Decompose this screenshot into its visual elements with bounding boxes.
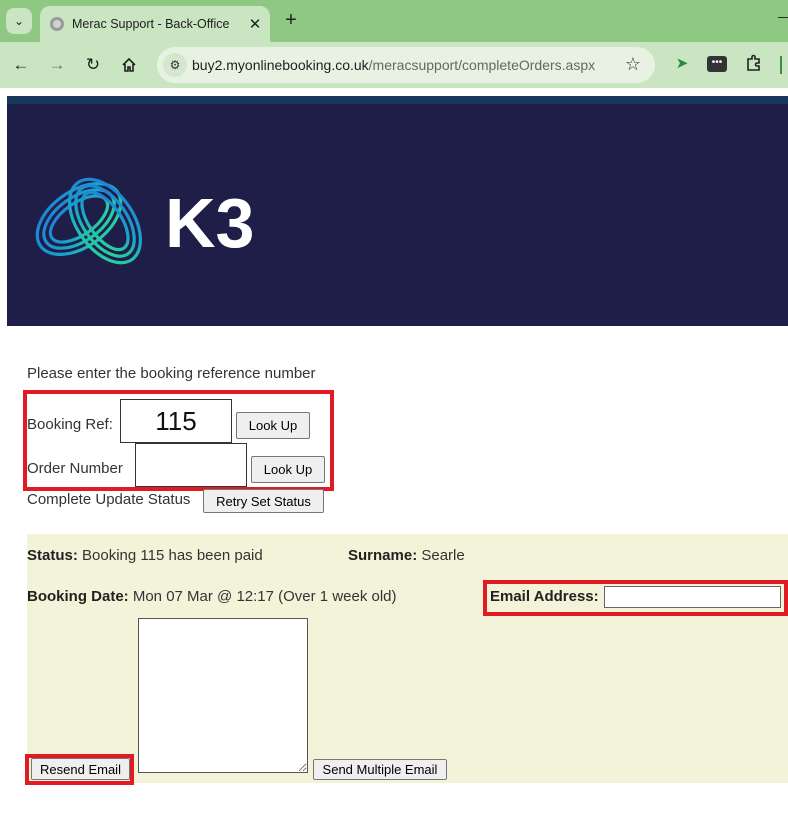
browser-tab-strip: ⌄ Merac Support - Back-Office ✕ + — — [0, 0, 788, 42]
bookmark-star-icon[interactable]: ☆ — [625, 54, 641, 75]
retry-set-status-button[interactable]: Retry Set Status — [203, 489, 324, 513]
booking-date-value: Mon 07 Mar @ 12:17 (Over 1 week old) — [132, 588, 397, 605]
status-value: Booking 115 has been paid — [82, 547, 263, 564]
booking-details-panel: Status: Booking 115 has been paid Surnam… — [27, 534, 788, 783]
back-arrow-icon[interactable]: ← — [9, 53, 33, 77]
k3-logo: K3 — [35, 177, 254, 265]
page-content: K3 Please enter the booking reference nu… — [7, 96, 788, 815]
status-row: Status: Booking 115 has been paid — [27, 547, 263, 564]
minimize-icon[interactable]: — — [778, 8, 788, 24]
status-label: Status: — [27, 547, 78, 564]
tab-title: Merac Support - Back-Office — [72, 17, 230, 31]
order-number-input[interactable] — [135, 443, 247, 487]
extensions-puzzle-icon[interactable] — [744, 54, 764, 74]
home-icon[interactable] — [117, 53, 141, 77]
extension-bird-icon[interactable]: ➤ — [672, 54, 692, 74]
booking-ref-label: Booking Ref: — [27, 416, 113, 433]
url-path: /meracsupport/completeOrders.aspx — [368, 57, 596, 73]
browser-tab[interactable]: Merac Support - Back-Office ✕ — [40, 6, 270, 42]
tab-search-icon[interactable]: ⌄ — [6, 8, 32, 34]
globe-icon — [50, 17, 64, 31]
site-info-icon[interactable]: ⚙ — [163, 53, 187, 77]
email-body-textarea[interactable] — [138, 618, 308, 773]
header-banner: K3 — [7, 96, 788, 326]
booking-date-row: Booking Date: Mon 07 Mar @ 12:17 (Over 1… — [27, 588, 397, 605]
email-address-input[interactable] — [604, 586, 781, 608]
toolbar-separator — [780, 56, 782, 74]
close-icon[interactable]: ✕ — [244, 15, 266, 33]
logo-text: K3 — [165, 184, 254, 262]
address-bar[interactable]: ⚙ buy2.myonlinebooking.co.uk/meracsuppor… — [157, 47, 655, 83]
email-label-wrap: Email Address: — [490, 588, 599, 605]
forward-arrow-icon[interactable]: → — [45, 53, 69, 77]
booking-date-label: Booking Date: — [27, 588, 129, 605]
email-address-label: Email Address: — [490, 588, 599, 605]
browser-toolbar: ← → ↻ ⚙ buy2.myonlinebooking.co.uk/merac… — [0, 42, 788, 88]
order-number-label: Order Number — [27, 460, 123, 477]
order-number-lookup-button[interactable]: Look Up — [251, 456, 325, 483]
url-text[interactable]: buy2.myonlinebooking.co.uk/meracsupport/… — [192, 57, 595, 73]
booking-ref-lookup-button[interactable]: Look Up — [236, 412, 310, 439]
complete-update-label: Complete Update Status — [27, 491, 191, 508]
reload-icon[interactable]: ↻ — [81, 53, 105, 77]
surname-row: Surname: Searle — [348, 547, 465, 564]
surname-value: Searle — [421, 547, 465, 564]
booking-ref-input[interactable]: 115 — [120, 399, 232, 443]
url-host: buy2.myonlinebooking.co.uk — [192, 57, 369, 73]
extension-dots-icon[interactable]: ••• — [707, 56, 727, 72]
surname-label: Surname: — [348, 547, 418, 564]
send-multiple-email-button[interactable]: Send Multiple Email — [313, 759, 447, 780]
new-tab-icon[interactable]: + — [280, 9, 302, 31]
lookup-prompt: Please enter the booking reference numbe… — [27, 365, 316, 382]
resend-email-button[interactable]: Resend Email — [31, 758, 130, 780]
